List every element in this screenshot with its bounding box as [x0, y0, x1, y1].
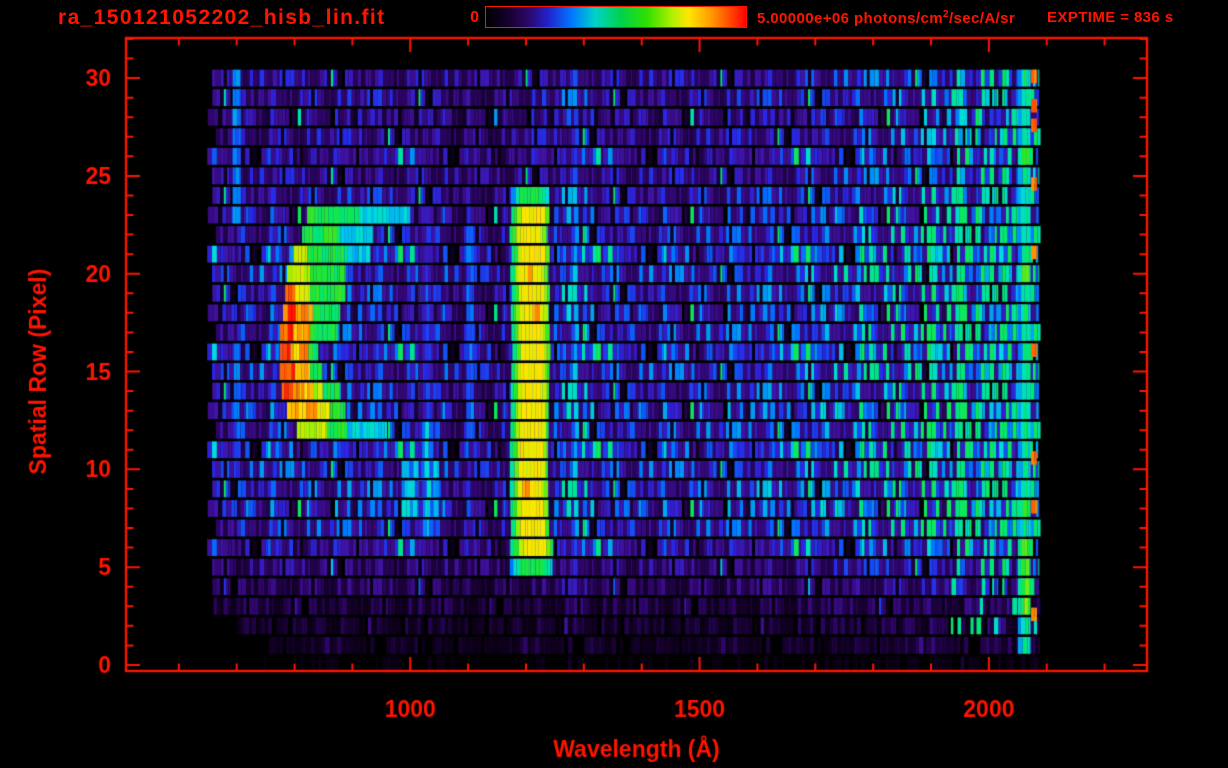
colorbar-max-label-prefix: 5.00000e+06 photons/cm — [757, 10, 943, 27]
colorbar-max-label: 5.00000e+06 photons/cm2/sec/A/sr — [757, 9, 1015, 27]
colorbar-max-label-suffix: /sec/A/sr — [948, 10, 1016, 27]
colorbar — [485, 6, 747, 28]
exptime-label: EXPTIME = 836 s — [1047, 9, 1174, 26]
colorbar-min-label: 0 — [470, 9, 479, 26]
spectrum-heatmap-canvas — [0, 0, 1228, 768]
file-title: ra_150121052202_hisb_lin.fit — [58, 6, 386, 29]
spectral-display-window: ra_150121052202_hisb_lin.fit 0 5.00000e+… — [0, 0, 1228, 768]
